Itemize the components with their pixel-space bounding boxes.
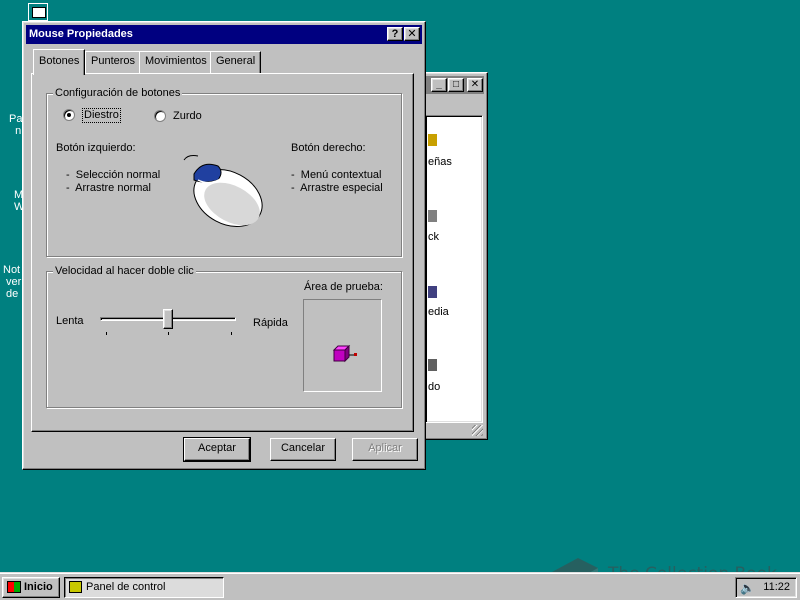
group-title: Configuración de botones	[53, 87, 183, 100]
left-button-item-text: Arrastre normal	[75, 182, 151, 194]
dialog-title: Mouse Propiedades	[29, 28, 133, 40]
slider-thumb[interactable]	[163, 309, 173, 329]
jack-in-the-box-icon[interactable]	[332, 345, 358, 363]
maximize-icon: □	[452, 79, 460, 90]
minimize-icon: _	[436, 79, 442, 90]
clock[interactable]: 11:22	[763, 581, 790, 593]
mouse-illustration-icon	[183, 155, 263, 228]
help-button[interactable]: ?	[387, 27, 403, 41]
slider-tick	[231, 332, 232, 335]
right-button-item: - Menú contextual	[291, 169, 382, 181]
desktop-shortcut-icon[interactable]	[28, 3, 48, 21]
tab-punteros[interactable]: Punteros	[85, 51, 142, 73]
test-area-label: Área de prueba:	[304, 281, 383, 293]
right-button-item: - Arrastre especial	[291, 182, 383, 194]
right-button-heading: Botón derecho:	[291, 142, 366, 154]
applet-label[interactable]: ck	[428, 231, 439, 243]
tab-botones[interactable]: Botones	[33, 49, 86, 75]
maximize-button[interactable]: □	[448, 78, 464, 92]
desktop-icon-label[interactable]: Not ver de	[3, 264, 21, 300]
control-panel-window[interactable]: _ □ ✕ eñas ck edia do	[420, 72, 488, 440]
tab-label: General	[216, 55, 256, 67]
tab-general[interactable]: General	[210, 51, 262, 73]
tab-movimientos[interactable]: Movimientos	[139, 51, 213, 73]
help-icon: ?	[391, 28, 399, 40]
dialog-titlebar[interactable]: Mouse Propiedades ? ✕	[26, 25, 422, 44]
folder-icon	[69, 581, 82, 593]
tab-label: Movimientos	[145, 55, 207, 67]
applet-icon[interactable]	[428, 134, 437, 146]
tab-panel-botones: Configuración de botones Diestro Zurdo B…	[31, 73, 414, 432]
right-button-item-text: Arrastre especial	[300, 182, 383, 194]
left-button-item: - Selección normal	[66, 169, 161, 181]
desktop-icon-label[interactable]: Pa n	[9, 113, 22, 137]
applet-label[interactable]: eñas	[428, 156, 452, 168]
system-tray: 🔈 11:22	[735, 577, 797, 598]
taskbar-item-label: Panel de control	[86, 581, 166, 593]
test-area[interactable]	[303, 299, 382, 392]
apply-button[interactable]: Aplicar	[352, 438, 418, 461]
applet-icon[interactable]	[428, 286, 437, 298]
slow-label: Lenta	[56, 315, 84, 327]
minimize-button[interactable]: _	[431, 78, 447, 92]
taskbar: Inicio Panel de control 🔈 11:22	[0, 572, 800, 600]
close-icon: ✕	[407, 28, 417, 40]
tab-label: Botones	[39, 55, 80, 67]
slider-tick	[106, 332, 107, 335]
applet-label[interactable]: do	[428, 381, 440, 393]
radio-zurdo-label[interactable]: Zurdo	[173, 110, 202, 123]
start-label: Inicio	[24, 581, 53, 593]
start-button[interactable]: Inicio	[2, 577, 60, 598]
fast-label: Rápida	[253, 317, 288, 329]
radio-zurdo[interactable]	[154, 110, 166, 122]
cancel-button[interactable]: Cancelar	[270, 438, 336, 461]
taskbar-item-control-panel[interactable]: Panel de control	[64, 577, 224, 598]
close-icon: ✕	[470, 79, 480, 90]
left-button-item-text: Selección normal	[75, 169, 161, 181]
right-button-item-text: Menú contextual	[300, 169, 382, 181]
close-button[interactable]: ✕	[467, 78, 483, 92]
applet-icon[interactable]	[428, 210, 437, 222]
tab-label: Punteros	[91, 55, 136, 67]
applet-icon[interactable]	[428, 359, 437, 371]
volume-icon[interactable]: 🔈	[740, 581, 755, 595]
applet-label[interactable]: edia	[428, 306, 449, 318]
left-button-item: - Arrastre normal	[66, 182, 151, 194]
slider-tick	[168, 332, 169, 335]
windows-logo-icon	[7, 581, 21, 593]
control-panel-content: eñas ck edia do	[425, 115, 483, 423]
close-button[interactable]: ✕	[404, 27, 420, 41]
left-button-heading: Botón izquierdo:	[56, 142, 136, 154]
radio-diestro-label[interactable]: Diestro	[82, 108, 121, 123]
radio-diestro[interactable]	[63, 109, 75, 121]
ok-button[interactable]: Aceptar	[183, 437, 251, 462]
group-title: Velocidad al hacer doble clic	[53, 265, 196, 278]
resize-grip-icon[interactable]	[472, 425, 483, 436]
